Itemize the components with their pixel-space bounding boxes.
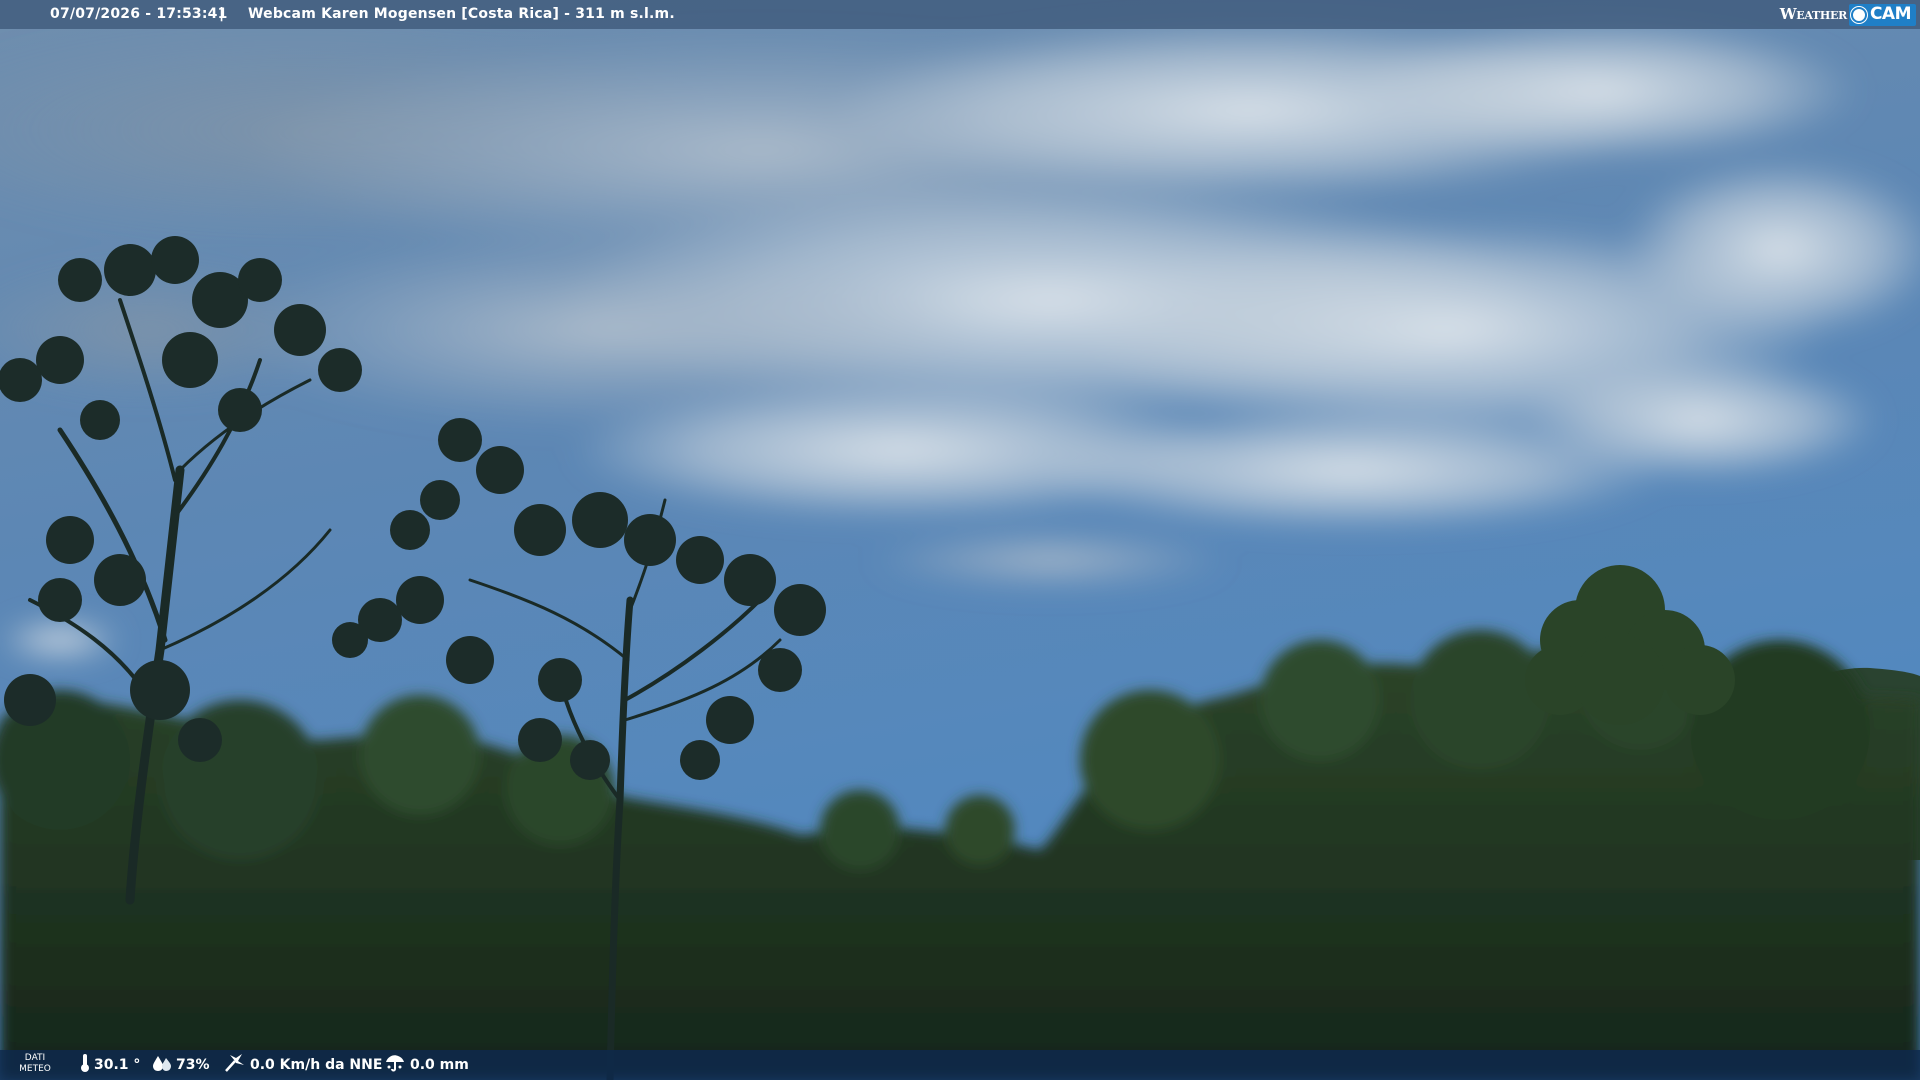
webcam-image: [0, 0, 1920, 1080]
weathercam-logo: Weather CAM: [1780, 2, 1916, 27]
humidity-value: 73%: [176, 1057, 210, 1073]
camera-lens-icon: [1850, 6, 1867, 23]
rain-reading: 0.0 mm: [384, 1050, 469, 1080]
separator: |: [219, 6, 225, 22]
brand-cam-box: CAM: [1848, 3, 1916, 26]
temperature-value: 30.1 °: [94, 1057, 141, 1073]
dati-label: DATI: [24, 1053, 46, 1063]
humidity-icon: [152, 1054, 172, 1076]
meteo-label: METEO: [19, 1064, 51, 1074]
humidity-reading: 73%: [152, 1050, 210, 1080]
temperature-reading: 30.1 °: [80, 1050, 140, 1080]
webcam-frame: 07/07/2026 - 17:53:41 | Webcam Karen Mog…: [0, 0, 1920, 1080]
camera-title: Webcam Karen Mogensen [Costa Rica] - 311…: [248, 6, 675, 22]
top-info-bar: 07/07/2026 - 17:53:41 | Webcam Karen Mog…: [0, 0, 1920, 29]
brand-weather-text: Weather: [1779, 5, 1847, 23]
wind-reading: 0.0 Km/h da NNE: [224, 1050, 382, 1080]
dati-meteo-label: DATI METEO: [18, 1053, 52, 1075]
weather-data-bar: DATI METEO 30.1 ° 73% 0.0 Km/h da NNE 0.…: [0, 1050, 1920, 1080]
brand-cam-text: CAM: [1869, 4, 1912, 24]
timestamp: 07/07/2026 - 17:53:41: [50, 6, 228, 22]
rain-value: 0.0 mm: [410, 1057, 469, 1073]
wind-value: 0.0 Km/h da NNE: [250, 1057, 383, 1073]
rain-icon: [384, 1053, 406, 1077]
wind-icon: [224, 1053, 246, 1077]
thermometer-icon: [80, 1053, 90, 1077]
